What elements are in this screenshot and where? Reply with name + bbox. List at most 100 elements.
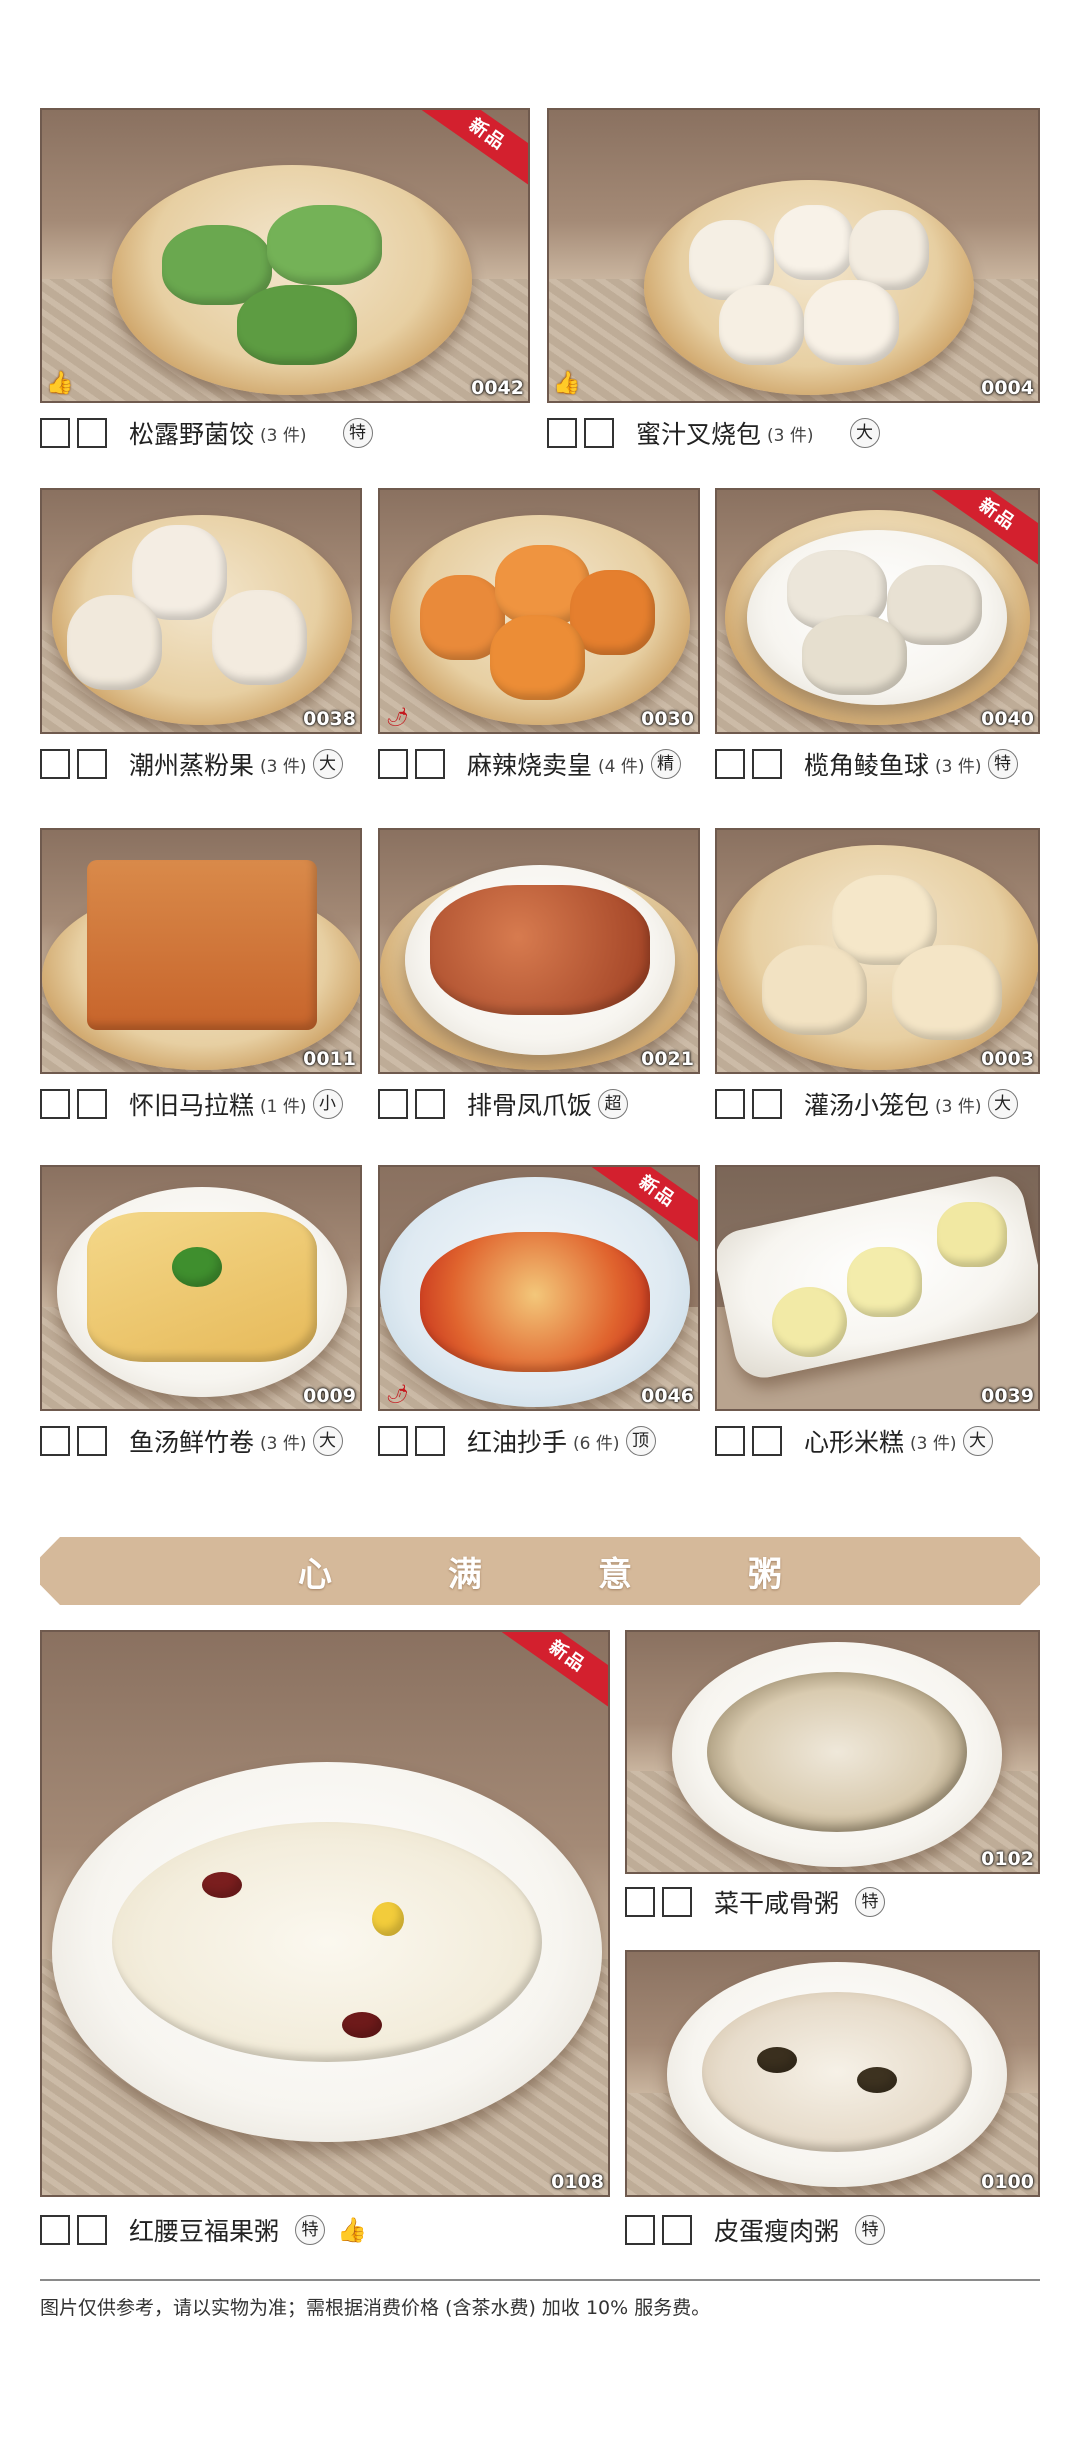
order-checkbox[interactable] xyxy=(378,1426,408,1456)
dish-photo: 0100 xyxy=(625,1950,1040,2197)
item-name: 松露野菌饺 xyxy=(129,420,255,449)
dish-photo: 0102 xyxy=(625,1630,1040,1874)
item-name: 怀旧马拉糕 xyxy=(129,1091,255,1120)
item-code: 0100 xyxy=(981,2171,1034,2193)
order-checkbox[interactable] xyxy=(77,1089,107,1119)
item-code: 0004 xyxy=(981,377,1034,399)
order-checkbox[interactable] xyxy=(378,1089,408,1119)
item-label-row: 心形米糕 (3 件) 大 xyxy=(715,1421,993,1461)
dish-photo: 新品 0040 xyxy=(715,488,1040,734)
item-label-row: 灌汤小笼包 (3 件) 大 xyxy=(715,1084,1018,1124)
item-label-row: 鱼汤鲜竹卷 (3 件) 大 xyxy=(40,1421,343,1461)
menu-item-card: 🌶 0030 麻辣烧卖皇 (4 件) 精 xyxy=(378,488,700,798)
footnote: 图片仅供参考，请以实物为准；需根据消费价格 (含茶水费) 加收 10% 服务费。 xyxy=(40,2297,711,2319)
order-checkbox[interactable] xyxy=(415,1426,445,1456)
item-name: 皮蛋瘦肉粥 xyxy=(714,2217,840,2246)
thumbs-up-icon: 👍 xyxy=(46,371,74,396)
order-checkbox[interactable] xyxy=(40,1089,70,1119)
order-checkbox[interactable] xyxy=(715,1426,745,1456)
size-badge: 大 xyxy=(849,418,880,448)
size-badge: 小 xyxy=(312,1089,343,1119)
section-banner: 心 满 意 粥 xyxy=(40,1537,1040,1605)
chili-icon: 🌶 xyxy=(386,707,409,728)
item-code: 0011 xyxy=(303,1048,356,1070)
order-checkbox[interactable] xyxy=(752,1089,782,1119)
item-label-row: 怀旧马拉糕 (1 件) 小 xyxy=(40,1084,343,1124)
item-label-row: 皮蛋瘦肉粥 特 xyxy=(625,2210,886,2250)
menu-item-card: 0102 菜干咸骨粥 特 xyxy=(625,1630,1040,1920)
size-badge: 大 xyxy=(962,1426,993,1456)
size-badge: 特 xyxy=(855,1887,886,1917)
new-ribbon: 新品 xyxy=(925,490,1038,572)
order-checkbox[interactable] xyxy=(662,1887,692,1917)
item-name: 榄角鲮鱼球 xyxy=(804,751,930,780)
section-title-char: 满 xyxy=(448,1554,482,1595)
item-code: 0038 xyxy=(303,708,356,730)
item-pieces: (6 件) xyxy=(573,1433,620,1454)
item-name: 心形米糕 xyxy=(804,1428,905,1457)
dish-photo: 🌶 0030 xyxy=(378,488,700,734)
item-name: 菜干咸骨粥 xyxy=(714,1889,840,1918)
order-checkbox[interactable] xyxy=(40,749,70,779)
order-checkbox[interactable] xyxy=(77,2215,107,2245)
item-name: 鱼汤鲜竹卷 xyxy=(129,1428,255,1457)
menu-item-card: 新品 0040 榄角鲮鱼球 (3 件) 特 xyxy=(715,488,1040,798)
dish-photo: 0039 xyxy=(715,1165,1040,1411)
menu-item-card: 新品 0108 红腰豆福果粥 特 👍 xyxy=(40,1630,610,2255)
item-label-row: 红腰豆福果粥 特 👍 xyxy=(40,2210,367,2250)
order-checkbox[interactable] xyxy=(584,418,614,448)
item-pieces: (3 件) xyxy=(260,756,307,777)
item-name: 潮州蒸粉果 xyxy=(129,751,255,780)
order-checkbox[interactable] xyxy=(77,749,107,779)
size-badge: 特 xyxy=(295,2215,326,2245)
order-checkbox[interactable] xyxy=(40,418,70,448)
dish-photo: 0038 xyxy=(40,488,362,734)
menu-item-card: 0009 鱼汤鲜竹卷 (3 件) 大 xyxy=(40,1165,362,1475)
order-checkbox[interactable] xyxy=(40,1426,70,1456)
order-checkbox[interactable] xyxy=(662,2215,692,2245)
menu-item-card: 0003 灌汤小笼包 (3 件) 大 xyxy=(715,828,1040,1138)
order-checkbox[interactable] xyxy=(415,749,445,779)
section-title-char: 意 xyxy=(598,1554,632,1595)
menu-item-card: 0039 心形米糕 (3 件) 大 xyxy=(715,1165,1040,1475)
item-label-row: 菜干咸骨粥 特 xyxy=(625,1882,886,1922)
dish-photo: 0021 xyxy=(378,828,700,1074)
size-badge: 大 xyxy=(312,1426,343,1456)
menu-item-card: 0021 排骨凤爪饭 超 xyxy=(378,828,700,1138)
footer-divider xyxy=(40,2279,1040,2281)
order-checkbox[interactable] xyxy=(415,1089,445,1119)
order-checkbox[interactable] xyxy=(625,2215,655,2245)
item-label-row: 麻辣烧卖皇 (4 件) 精 xyxy=(378,744,681,784)
new-ribbon: 新品 xyxy=(415,110,528,192)
order-checkbox[interactable] xyxy=(378,749,408,779)
size-badge: 顶 xyxy=(625,1426,656,1456)
order-checkbox[interactable] xyxy=(77,1426,107,1456)
item-code: 0003 xyxy=(981,1048,1034,1070)
order-checkbox[interactable] xyxy=(625,1887,655,1917)
order-checkbox[interactable] xyxy=(547,418,577,448)
order-checkbox[interactable] xyxy=(40,2215,70,2245)
item-code: 0040 xyxy=(981,708,1034,730)
order-checkbox[interactable] xyxy=(752,1426,782,1456)
size-badge: 大 xyxy=(987,1089,1018,1119)
item-pieces: (3 件) xyxy=(767,425,814,446)
item-pieces: (4 件) xyxy=(598,756,645,777)
item-label-row: 榄角鲮鱼球 (3 件) 特 xyxy=(715,744,1018,784)
item-code: 0030 xyxy=(641,708,694,730)
item-pieces: (3 件) xyxy=(935,1096,982,1117)
item-pieces: (3 件) xyxy=(935,756,982,777)
item-code: 0102 xyxy=(981,1848,1034,1870)
order-checkbox[interactable] xyxy=(715,749,745,779)
item-name: 蜜汁叉烧包 xyxy=(636,420,762,449)
order-checkbox[interactable] xyxy=(752,749,782,779)
item-label-row: 潮州蒸粉果 (3 件) 大 xyxy=(40,744,343,784)
order-checkbox[interactable] xyxy=(715,1089,745,1119)
item-label-row: 松露野菌饺 (3 件) 特 xyxy=(40,413,373,453)
item-pieces: (3 件) xyxy=(910,1433,957,1454)
item-code: 0046 xyxy=(641,1385,694,1407)
order-checkbox[interactable] xyxy=(77,418,107,448)
item-code: 0021 xyxy=(641,1048,694,1070)
dish-photo: 0009 xyxy=(40,1165,362,1411)
item-pieces: (3 件) xyxy=(260,425,307,446)
dish-photo: 新品 0108 xyxy=(40,1630,610,2197)
